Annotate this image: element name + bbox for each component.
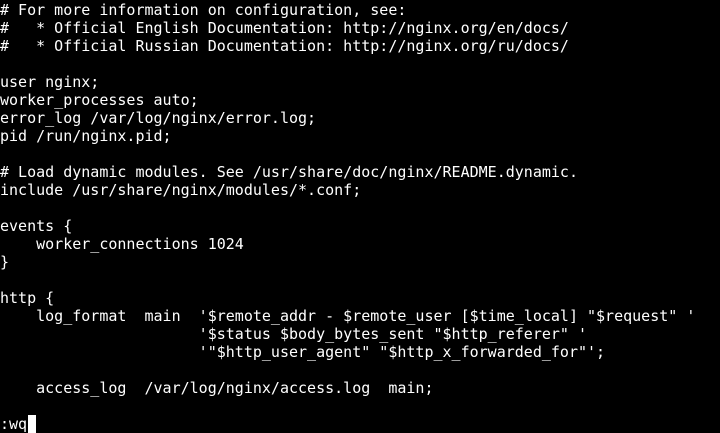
buffer-line-9 <box>0 145 720 163</box>
buffer-line-4 <box>0 55 720 73</box>
buffer-line-16 <box>0 271 720 289</box>
buffer-line-11: include /usr/share/nginx/modules/*.conf; <box>0 181 362 199</box>
buffer-line-5: user nginx; <box>0 73 100 91</box>
buffer-line-18: log_format main '$remote_addr - $remote_… <box>0 307 696 325</box>
buffer-line-19: '$status $body_bytes_sent "$http_referer… <box>0 325 587 343</box>
buffer-line-1: # For more information on configuration,… <box>0 1 407 19</box>
buffer-line-2: # * Official English Documentation: http… <box>0 19 569 37</box>
buffer-line-10: # Load dynamic modules. See /usr/share/d… <box>0 163 578 181</box>
buffer-line-22: access_log /var/log/nginx/access.log mai… <box>0 379 434 397</box>
buffer-line-23 <box>0 397 720 415</box>
buffer-line-21 <box>0 361 720 379</box>
buffer-line-14: worker_connections 1024 <box>0 235 244 253</box>
vim-editor[interactable]: # For more information on configuration,… <box>0 0 720 433</box>
buffer-line-12 <box>0 199 720 217</box>
text-cursor <box>28 414 37 433</box>
buffer-line-13: events { <box>0 217 73 235</box>
buffer-line-20: '"$http_user_agent" "$http_x_forwarded_f… <box>0 343 606 361</box>
buffer-line-3: # * Official Russian Documentation: http… <box>0 37 569 55</box>
buffer-line-6: worker_processes auto; <box>0 91 199 109</box>
buffer-line-17: http { <box>0 289 55 307</box>
buffer-line-8: pid /run/nginx.pid; <box>0 127 172 145</box>
buffer-line-15: } <box>0 253 10 271</box>
buffer-text[interactable]: # For more information on configuration,… <box>0 1 720 415</box>
command-line[interactable]: :wq <box>0 414 37 433</box>
buffer-line-7: error_log /var/log/nginx/error.log; <box>0 109 317 127</box>
command-text: :wq <box>0 414 28 433</box>
